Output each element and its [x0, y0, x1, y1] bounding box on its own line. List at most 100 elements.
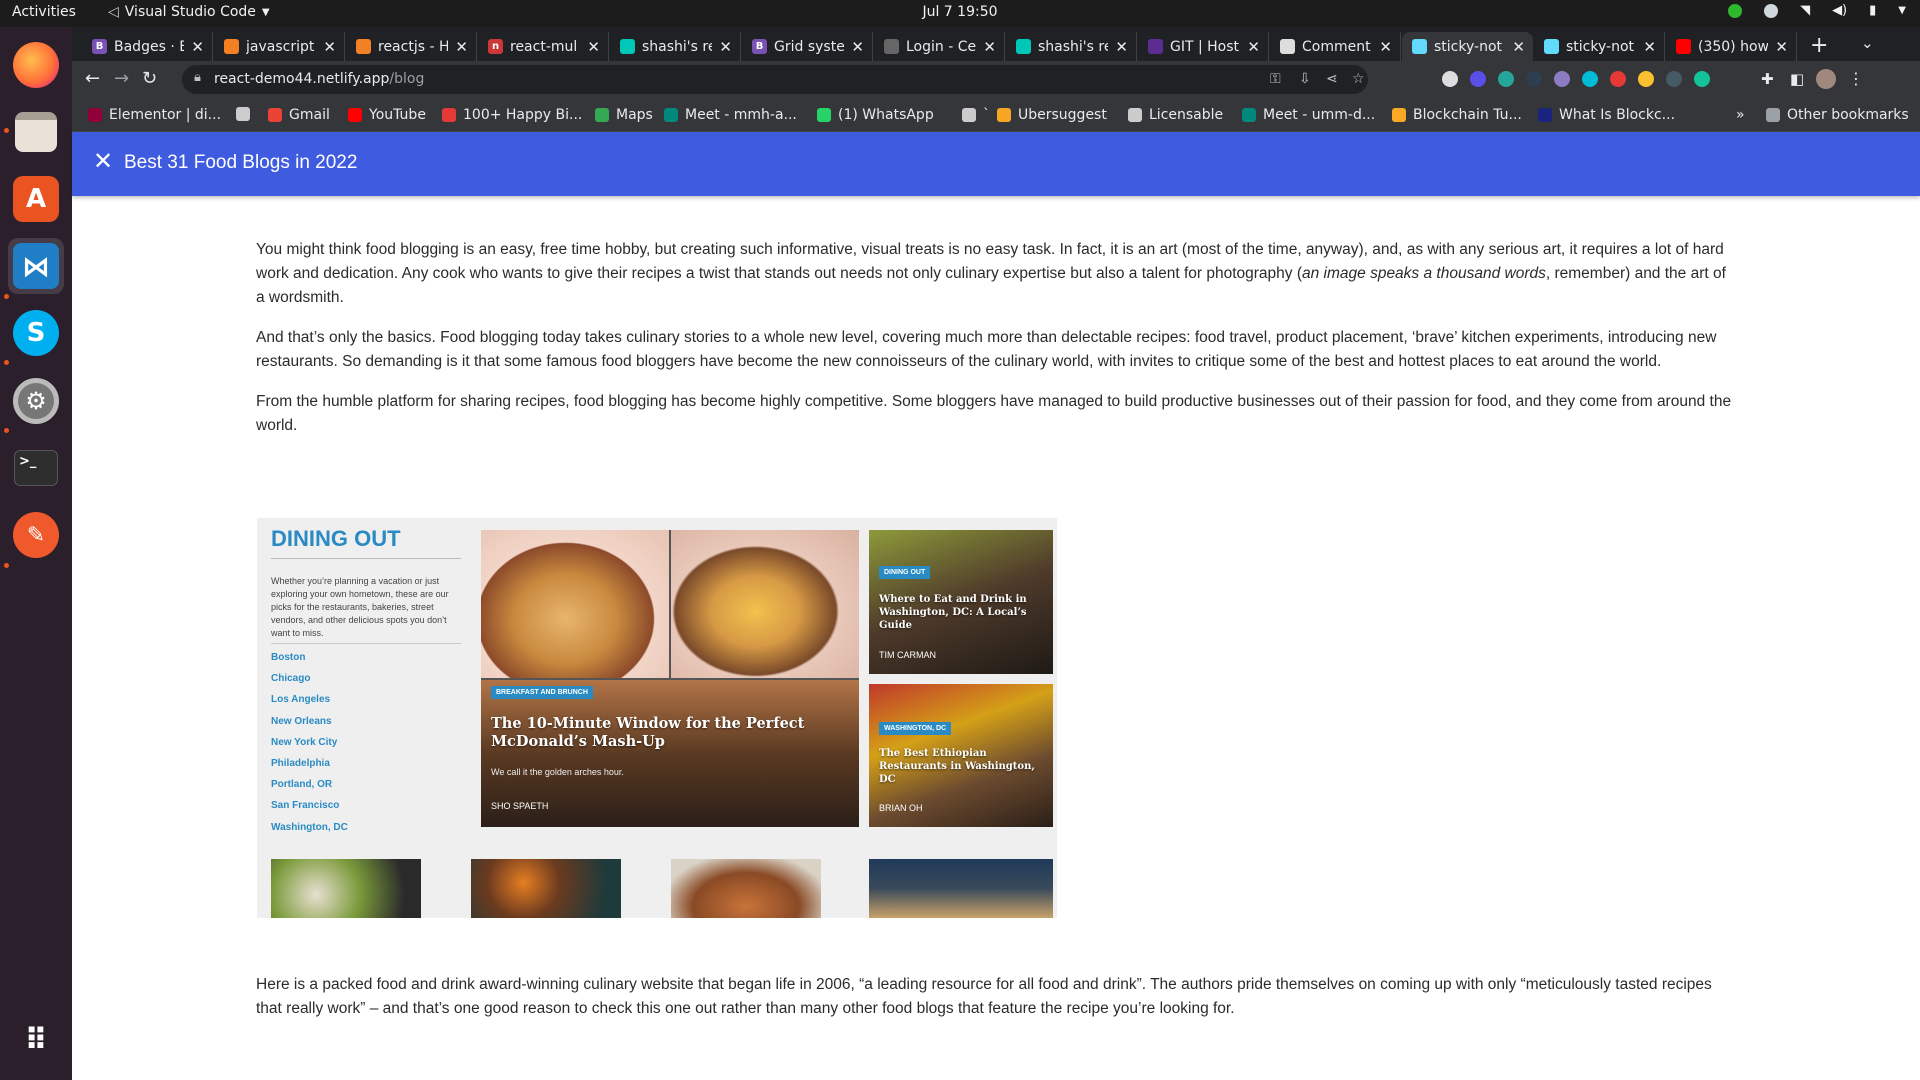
profile-avatar[interactable] — [1816, 69, 1836, 89]
browser-tab[interactable]: reactjs - H ✕ — [346, 32, 477, 61]
address-bar[interactable]: 🔒︎ react-demo44.netlify.app/blog ⚿ ⇩ ⋖ ☆ — [182, 65, 1368, 94]
firefox-launcher[interactable] — [8, 37, 64, 93]
tab-close-icon[interactable]: ✕ — [719, 38, 732, 56]
activities-button[interactable]: Activities — [12, 4, 76, 20]
bookmark-item[interactable]: Elementor | di... — [88, 107, 221, 123]
extension-camera-icon[interactable] — [1442, 71, 1458, 87]
tab-close-icon[interactable]: ✕ — [1115, 38, 1128, 56]
extension-icon[interactable] — [1470, 71, 1486, 87]
ubuntu-dock: A ⋈ S ⚙ >_ ✎ ⠿ — [0, 27, 72, 1080]
url-text[interactable]: react-demo44.netlify.app/blog — [214, 71, 424, 87]
vscode-launcher[interactable]: ⋈ — [8, 238, 64, 294]
back-button[interactable]: ← — [85, 68, 100, 89]
system-tray[interactable]: ◥ ◀) ▮ ▼ — [1728, 3, 1906, 18]
bookmark-item[interactable]: 100+ Happy Bi... — [442, 107, 582, 123]
tab-close-icon[interactable]: ✕ — [1643, 38, 1656, 56]
battery-icon[interactable]: ▮ — [1869, 3, 1876, 18]
browser-tab[interactable]: B Grid syste ✕ — [742, 32, 873, 61]
bookmark-item[interactable] — [236, 107, 257, 121]
pen-tool-launcher[interactable]: ✎ — [8, 507, 64, 563]
extensions-puzzle-icon[interactable]: ✚ — [1761, 70, 1774, 88]
bookmark-item[interactable]: Meet - mmh-a... — [664, 107, 797, 123]
more-bookmarks-icon[interactable]: » — [1736, 107, 1745, 123]
skype-launcher[interactable]: S — [8, 305, 64, 361]
thumbnail-photo — [271, 859, 421, 918]
story-author: SHO SPAETH — [491, 801, 549, 811]
main-story-card: BREAKFAST AND BRUNCH The 10-Minute Windo… — [481, 530, 859, 827]
sandwich-photo — [481, 530, 669, 678]
tab-close-icon[interactable]: ✕ — [587, 38, 600, 56]
forward-button[interactable]: → — [114, 68, 129, 89]
extension-icon[interactable] — [1554, 71, 1570, 87]
folder-icon — [1766, 108, 1780, 122]
bookmark-item[interactable]: Maps — [595, 107, 653, 123]
browser-tab[interactable]: shashi's re ✕ — [610, 32, 741, 61]
tab-search-icon[interactable]: ⌄ — [1861, 34, 1874, 52]
browser-tab[interactable]: javascript ✕ — [214, 32, 345, 61]
lock-icon[interactable]: 🔒︎ — [194, 70, 201, 85]
extension-icon[interactable] — [1498, 71, 1514, 87]
extension-icon[interactable] — [1610, 71, 1626, 87]
bookmark-item[interactable]: ` — [962, 107, 990, 123]
tab-close-icon[interactable]: ✕ — [191, 38, 204, 56]
files-launcher[interactable] — [8, 104, 64, 160]
key-icon[interactable]: ⚿ — [1270, 71, 1281, 87]
extension-new-icon[interactable] — [1526, 71, 1542, 87]
bookmark-item[interactable]: Licensable — [1128, 107, 1223, 123]
app-menu[interactable]: ◁ Visual Studio Code ▼ — [108, 4, 270, 20]
volume-icon[interactable]: ◀) — [1832, 3, 1847, 18]
new-tab-button[interactable]: + — [1810, 33, 1828, 58]
show-applications-button[interactable]: ⠿ — [8, 1012, 64, 1068]
grammarly-icon[interactable] — [1694, 71, 1710, 87]
tab-close-icon[interactable]: ✕ — [983, 38, 996, 56]
tab-close-icon[interactable]: ✕ — [1775, 38, 1788, 56]
browser-tab[interactable]: shashi's re ✕ — [1006, 32, 1137, 61]
bookmark-item[interactable]: Meet - umm-d... — [1242, 107, 1375, 123]
browser-tab[interactable]: Comment ✕ — [1270, 32, 1401, 61]
tab-title: Badges · B — [114, 38, 185, 55]
browser-tab[interactable]: n react-mul ✕ — [478, 32, 609, 61]
other-bookmarks-folder[interactable]: Other bookmarks — [1766, 107, 1909, 123]
extension-icon[interactable] — [1666, 71, 1682, 87]
browser-tab[interactable]: GIT | Host ✕ — [1138, 32, 1269, 61]
tab-close-icon[interactable]: ✕ — [323, 38, 336, 56]
tab-close-icon[interactable]: ✕ — [1512, 38, 1525, 56]
bookmark-item[interactable]: YouTube — [348, 107, 426, 123]
browser-tab[interactable]: Login - Ce ✕ — [874, 32, 1005, 61]
chrome-menu-icon[interactable]: ⋮ — [1848, 69, 1864, 88]
terminal-launcher[interactable]: >_ — [8, 440, 64, 496]
tab-close-icon[interactable]: ✕ — [1247, 38, 1260, 56]
clock[interactable]: Jul 7 19:50 — [0, 4, 1920, 20]
settings-launcher[interactable]: ⚙ — [8, 373, 64, 429]
bookmark-item[interactable]: (1) WhatsApp — [817, 107, 934, 123]
update-icon[interactable] — [1728, 3, 1743, 18]
close-icon[interactable]: ✕ — [93, 147, 113, 175]
bookmark-item[interactable]: Blockchain Tu... — [1392, 107, 1522, 123]
status-icon[interactable] — [1764, 3, 1779, 18]
browser-tab[interactable]: B Badges · B ✕ — [82, 32, 213, 61]
install-app-icon[interactable]: ⇩ — [1299, 71, 1311, 87]
share-icon[interactable]: ⋖ — [1326, 71, 1338, 87]
tab-close-icon[interactable]: ✕ — [851, 38, 864, 56]
extension-icon[interactable] — [1582, 71, 1598, 87]
reload-button[interactable]: ↻ — [142, 68, 157, 89]
bookmark-item[interactable]: Ubersuggest — [997, 107, 1107, 123]
tab-close-icon[interactable]: ✕ — [455, 38, 468, 56]
tab-title: reactjs - H — [378, 38, 449, 55]
bookmark-item[interactable]: Gmail — [268, 107, 330, 123]
bookmark-favicon-icon — [88, 108, 102, 122]
browser-tab[interactable]: sticky-not ✕ — [1534, 32, 1665, 61]
bookmark-item[interactable]: What Is Blockc... — [1538, 107, 1675, 123]
extension-icon[interactable] — [1638, 71, 1654, 87]
browser-tab[interactable]: (350) how ✕ — [1666, 32, 1797, 61]
tab-close-icon[interactable]: ✕ — [1379, 38, 1392, 56]
app-center-launcher[interactable]: A — [8, 171, 64, 227]
wifi-icon[interactable]: ◥ — [1800, 3, 1810, 18]
bookmark-favicon-icon — [664, 108, 678, 122]
browser-tab[interactable]: sticky-not ✕ — [1402, 32, 1533, 61]
power-menu-icon[interactable]: ▼ — [1898, 5, 1906, 16]
bookmark-star-icon[interactable]: ☆ — [1352, 71, 1365, 87]
story-author: TIM CARMAN — [879, 650, 936, 660]
bookmark-favicon-icon — [817, 108, 831, 122]
side-panel-icon[interactable]: ◧ — [1790, 70, 1804, 88]
